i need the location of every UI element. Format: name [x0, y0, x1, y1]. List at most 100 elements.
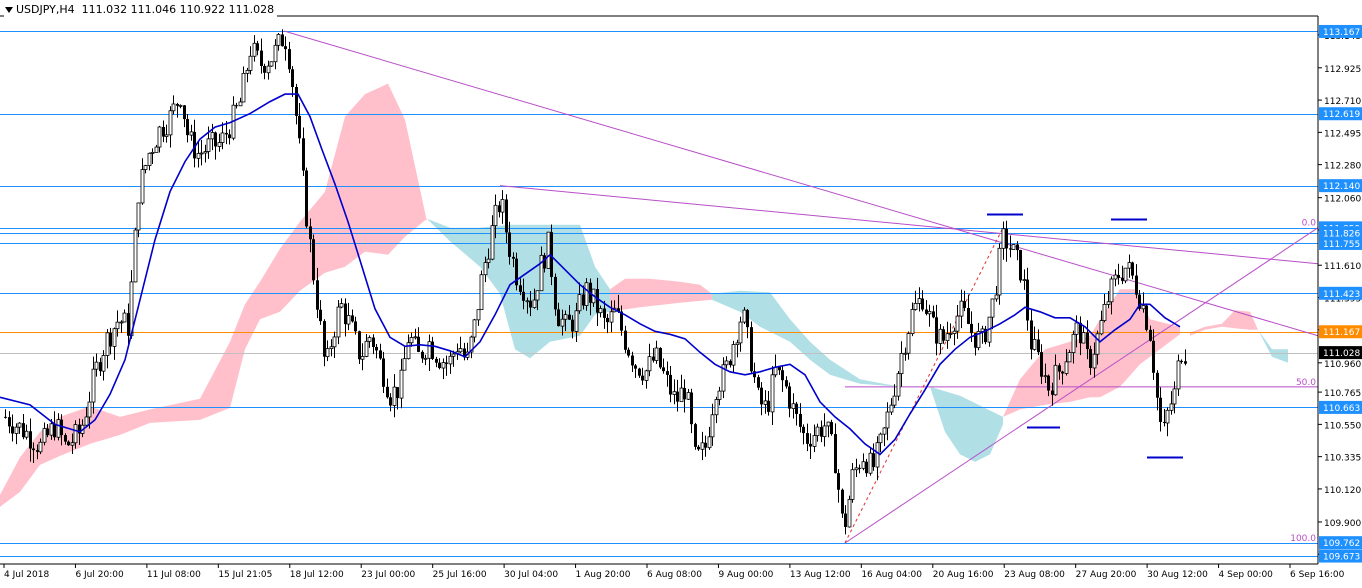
candle-body-down: [834, 434, 837, 474]
candle-body-down: [669, 374, 672, 395]
candle-body-down: [435, 358, 438, 363]
x-tick-label: 1 Aug 20:00: [576, 570, 631, 580]
candle-body-down: [386, 386, 389, 398]
candle-body-down: [99, 362, 102, 372]
candle-body-up: [367, 337, 372, 342]
candle-body-up: [154, 146, 159, 153]
candle-body-down: [582, 294, 585, 306]
candle-body-up: [56, 419, 61, 438]
candle-body-up: [427, 341, 432, 359]
candle-body-up: [906, 333, 911, 354]
candle-body-up: [189, 131, 194, 136]
candle-body-up: [245, 70, 250, 74]
candle-body-up: [490, 225, 495, 260]
candle-body-up: [392, 386, 397, 406]
candle-body-down: [746, 310, 749, 328]
candle-body-up: [563, 314, 568, 320]
candle-body-down: [921, 298, 924, 310]
candle-body-down: [312, 239, 315, 281]
candle-body-up: [815, 426, 820, 437]
candle-body-up: [868, 452, 873, 474]
candle-body-up: [136, 202, 141, 231]
candle-body-down: [1149, 329, 1152, 341]
candle-body-down: [638, 368, 641, 376]
candle-body-down: [1131, 262, 1134, 276]
candle-body-up: [1123, 267, 1128, 282]
candle-body-up: [451, 353, 456, 357]
candle-body-down: [162, 127, 165, 137]
candle-body-down: [186, 119, 189, 136]
candle-body-down: [281, 34, 284, 47]
candle-body-up: [948, 333, 953, 335]
candle-body-up: [49, 423, 54, 436]
candle-body-down: [372, 337, 375, 347]
candle-body-down: [1005, 228, 1008, 249]
candle-body-up: [1064, 361, 1069, 374]
candle-body-up: [325, 348, 330, 358]
candle-body-down: [858, 467, 861, 469]
candle-body-down: [603, 308, 606, 318]
candle-body-down: [1009, 248, 1012, 250]
candle-body-up: [38, 441, 43, 453]
candle-body-up: [115, 321, 120, 330]
candle-body-down: [634, 365, 637, 369]
y-tick-label: 112.280: [1324, 162, 1361, 172]
candle-body-up: [1043, 375, 1048, 378]
x-tick-label: 6 Sep 16:00: [1290, 570, 1345, 580]
candle-body-down: [438, 362, 441, 369]
candle-body-down: [522, 291, 525, 301]
candle-body-up: [903, 352, 908, 355]
x-tick-label: 16 Aug 04:00: [861, 570, 922, 580]
candle-body-down: [127, 313, 130, 336]
candle-body-down: [785, 380, 788, 387]
candle-body-up: [500, 199, 505, 213]
candle-body-up: [360, 356, 365, 360]
candle-body-down: [942, 329, 945, 341]
candle-body-down: [375, 346, 378, 351]
candle-body-up: [574, 310, 579, 332]
x-tick-label: 13 Aug 12:00: [790, 570, 851, 580]
x-tick-label: 27 Aug 20:00: [1076, 570, 1137, 580]
candle-body-up: [959, 300, 964, 317]
candle-body-up: [927, 310, 932, 315]
candle-body-up: [210, 132, 215, 140]
chart-window[interactable]: 0.050.0100.0 113.145112.925112.710112.49…: [0, 0, 1362, 584]
candle-body-down: [1058, 365, 1061, 372]
candle-body-up: [273, 44, 278, 63]
candle-body-up: [997, 247, 1002, 296]
candle-body-up: [1095, 333, 1100, 355]
candle-body-up: [441, 362, 446, 369]
candle-body-up: [448, 355, 453, 365]
dropdown-triangle-icon[interactable]: [5, 7, 13, 13]
level-tag: 112.619: [1323, 110, 1360, 120]
candle-body-up: [584, 282, 589, 306]
candle-body-down: [1016, 244, 1019, 251]
level-tag: 109.673: [1323, 553, 1360, 563]
level-tag: 111.167: [1323, 328, 1360, 338]
candle-body-up: [707, 436, 712, 449]
x-tick-label: 4 Sep 00:00: [1219, 570, 1274, 580]
level-tag: 111.423: [1323, 290, 1360, 300]
candle-body-down: [228, 134, 231, 139]
candle-body-up: [483, 262, 488, 276]
candle-body-down: [694, 424, 697, 447]
candle-body-up: [329, 346, 334, 350]
candle-body-up: [150, 152, 155, 154]
candle-body-up: [171, 103, 176, 112]
candle-body-down: [799, 413, 802, 427]
candle-body-down: [529, 300, 532, 308]
candle-body-up: [178, 104, 183, 107]
fib-label: 0.0: [1302, 219, 1317, 229]
candle-body-down: [624, 330, 627, 350]
candle-body-down: [557, 309, 560, 327]
candle-body-up: [878, 433, 883, 444]
candle-body-down: [288, 49, 291, 70]
candle-body-up: [955, 315, 960, 332]
candle-body-down: [627, 349, 630, 356]
price-chart[interactable]: 0.050.0100.0 113.145112.925112.710112.49…: [0, 0, 1362, 584]
fib-label: 50.0: [1296, 378, 1316, 388]
candle-body-up: [1032, 339, 1037, 350]
y-tick-label: 111.610: [1324, 262, 1361, 272]
candle-body-up: [105, 332, 110, 356]
candle-body-down: [1159, 397, 1162, 422]
